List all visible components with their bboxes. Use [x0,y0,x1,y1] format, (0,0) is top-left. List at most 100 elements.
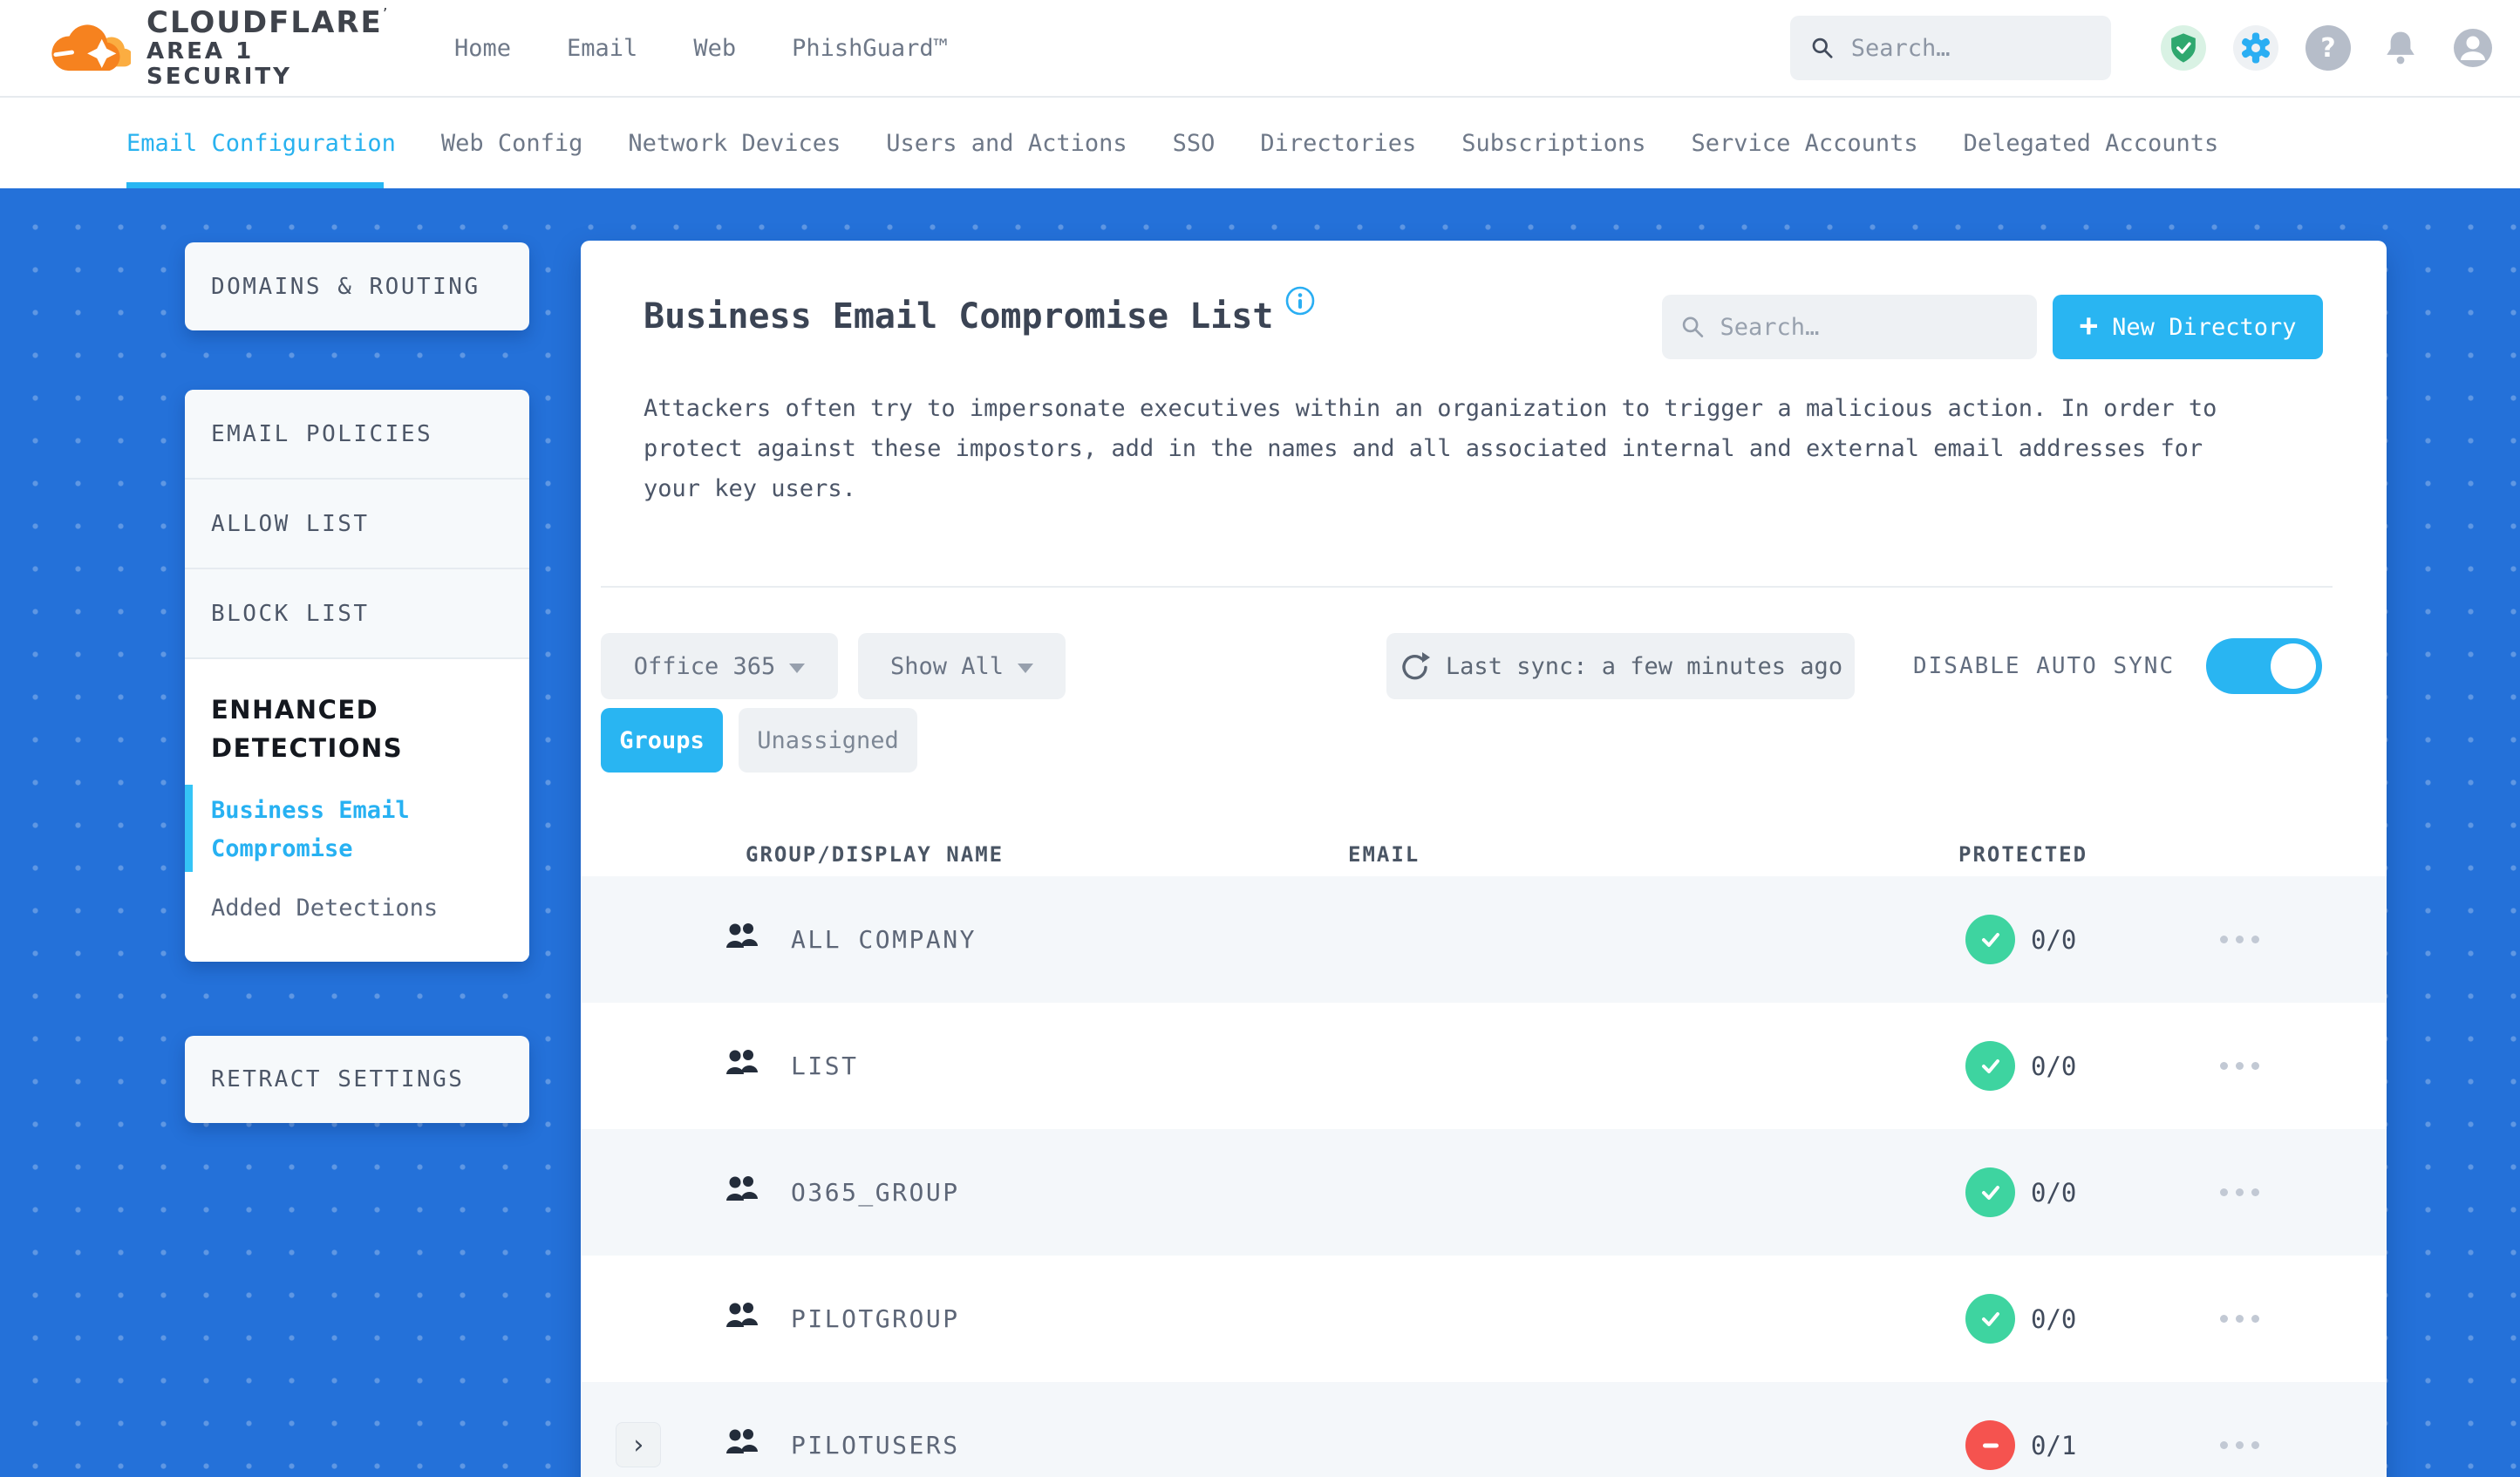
notifications-button[interactable] [2378,25,2423,71]
info-icon[interactable] [1285,286,1315,316]
tab-subscriptions[interactable]: Subscriptions [1461,98,1645,188]
help-button[interactable]: ? [2305,25,2351,71]
main-panel: Business Email Compromise List + New Dir… [581,241,2387,1477]
check-icon [1981,1185,1999,1200]
table-row[interactable]: ALL COMPANY 0/0 [581,876,2387,1003]
group-icon [726,1176,758,1201]
nav-web[interactable]: Web [693,35,736,62]
column-header-protected: PROTECTED [1958,842,2088,867]
shield-check-icon [2171,33,2196,63]
primary-nav: Home Email Web PhishGuard™ [454,35,948,62]
protected-status-badge [1965,1294,2015,1344]
chevron-down-icon [789,663,806,673]
header-actions: ? [1790,16,2496,80]
table-row[interactable]: O365_GROUP 0/0 [581,1129,2387,1256]
source-dropdown[interactable]: Office 365 [601,633,838,699]
group-name: LIST [791,1052,859,1080]
table-row[interactable]: › PILOTUSERS 0/1 [581,1382,2387,1477]
tab-email-configuration[interactable]: Email Configuration [126,98,396,188]
directory-search-input[interactable] [1720,313,2018,341]
sidebar-card-policies: EMAIL POLICIES ALLOW LIST BLOCK LIST ENH… [185,390,529,962]
page-description: Attackers often try to impersonate execu… [644,395,2217,502]
tab-service-accounts[interactable]: Service Accounts [1692,98,1918,188]
group-name: PILOTUSERS [791,1431,960,1460]
enhanced-detections-heading: ENHANCED DETECTIONS [211,695,404,763]
unprotected-status-badge [1965,1420,2015,1470]
sidebar-item-allow-list[interactable]: ALLOW LIST [185,480,529,569]
protected-count: 0/1 [2031,1430,2077,1460]
active-item-indicator [185,785,193,872]
protected-status-badge [1965,915,2015,964]
group-table: ALL COMPANY 0/0 LIST 0/0 O365_GROUP 0/0 … [581,876,2387,1477]
sidebar-item-domains-routing[interactable]: DOMAINS & ROUTING [185,242,529,330]
row-menu-button[interactable] [2220,876,2259,1003]
table-header: GROUP/DISPLAY NAME EMAIL PROTECTED [581,830,2387,879]
new-directory-button[interactable]: + New Directory [2053,295,2323,359]
cloudflare-logo[interactable]: CLOUDFLARE’ AREA 1 SECURITY [48,4,407,90]
protected-count: 0/0 [2031,924,2077,955]
table-row[interactable]: PILOTGROUP 0/0 [581,1256,2387,1382]
tab-sso[interactable]: SSO [1173,98,1216,188]
protected-count: 0/0 [2031,1303,2077,1334]
sidebar-item-email-policies[interactable]: EMAIL POLICIES [185,390,529,480]
group-icon [726,923,758,948]
gear-icon [2241,32,2271,64]
chevron-right-icon: › [630,1429,647,1460]
group-icon [726,1303,758,1327]
settings-button[interactable] [2233,25,2278,71]
tab-unassigned[interactable]: Unassigned [739,708,917,773]
security-status-button[interactable] [2161,25,2206,71]
page-title: Business Email Compromise List [644,286,1315,337]
row-menu-button[interactable] [2220,1256,2259,1382]
column-header-email: EMAIL [1348,842,1420,867]
nav-phishguard[interactable]: PhishGuard™ [792,35,948,62]
protected-status-badge [1965,1041,2015,1091]
search-icon [1812,37,1833,58]
tab-users-and-actions[interactable]: Users and Actions [886,98,1127,188]
auto-sync-toggle[interactable] [2206,638,2322,694]
sidebar-item-block-list[interactable]: BLOCK LIST [185,569,529,659]
expand-row-button[interactable]: › [616,1422,661,1467]
sidebar-section-enhanced-detections: ENHANCED DETECTIONS Business Email Compr… [185,659,529,962]
cloudflare-cloud-icon [51,24,131,71]
sidebar-item-retract-settings[interactable]: RETRACT SETTINGS [185,1036,529,1123]
refresh-icon [1402,652,1430,680]
row-menu-button[interactable] [2220,1129,2259,1256]
group-name: O365_GROUP [791,1178,960,1207]
account-button[interactable] [2450,25,2496,71]
nav-email[interactable]: Email [567,35,637,62]
check-icon [1981,1058,1999,1073]
group-name: PILOTGROUP [791,1304,960,1333]
bell-icon [2387,31,2414,65]
directory-search[interactable] [1662,295,2037,359]
row-menu-button[interactable] [2220,1382,2259,1477]
protected-status-badge [1965,1167,2015,1217]
workspace: DOMAINS & ROUTING EMAIL POLICIES ALLOW L… [0,188,2520,1477]
brand-name: CLOUDFLARE’ [146,4,388,40]
group-name: ALL COMPANY [791,925,977,954]
app-window: CLOUDFLARE’ AREA 1 SECURITY Home Email W… [0,0,2520,1477]
group-icon [726,1429,758,1453]
last-sync-status: Last sync: a few minutes ago [1386,633,1855,699]
table-row[interactable]: LIST 0/0 [581,1003,2387,1129]
tab-web-config[interactable]: Web Config [441,98,583,188]
toggle-knob [2271,643,2316,689]
sidebar-item-added-detections[interactable]: Added Detections [211,895,503,922]
tab-groups[interactable]: Groups [601,708,723,773]
chevron-down-icon [1018,663,1034,673]
sidebar-item-business-email-compromise[interactable]: Business Email Compromise [185,785,503,872]
tab-directories[interactable]: Directories [1260,98,1416,188]
global-search-input[interactable] [1850,34,2090,62]
tab-delegated-accounts[interactable]: Delegated Accounts [1964,98,2219,188]
row-menu-button[interactable] [2220,1003,2259,1129]
tab-network-devices[interactable]: Network Devices [628,98,841,188]
show-filter-dropdown[interactable]: Show All [858,633,1066,699]
check-icon [1981,932,1999,947]
section-divider [601,586,2333,588]
column-header-group-display-name: GROUP/DISPLAY NAME [746,842,1005,867]
global-search[interactable] [1790,16,2111,80]
nav-home[interactable]: Home [454,35,511,62]
plus-icon: + [2079,307,2099,344]
disable-auto-sync-label: DISABLE AUTO SYNC [1913,653,2176,679]
group-icon [726,1050,758,1074]
